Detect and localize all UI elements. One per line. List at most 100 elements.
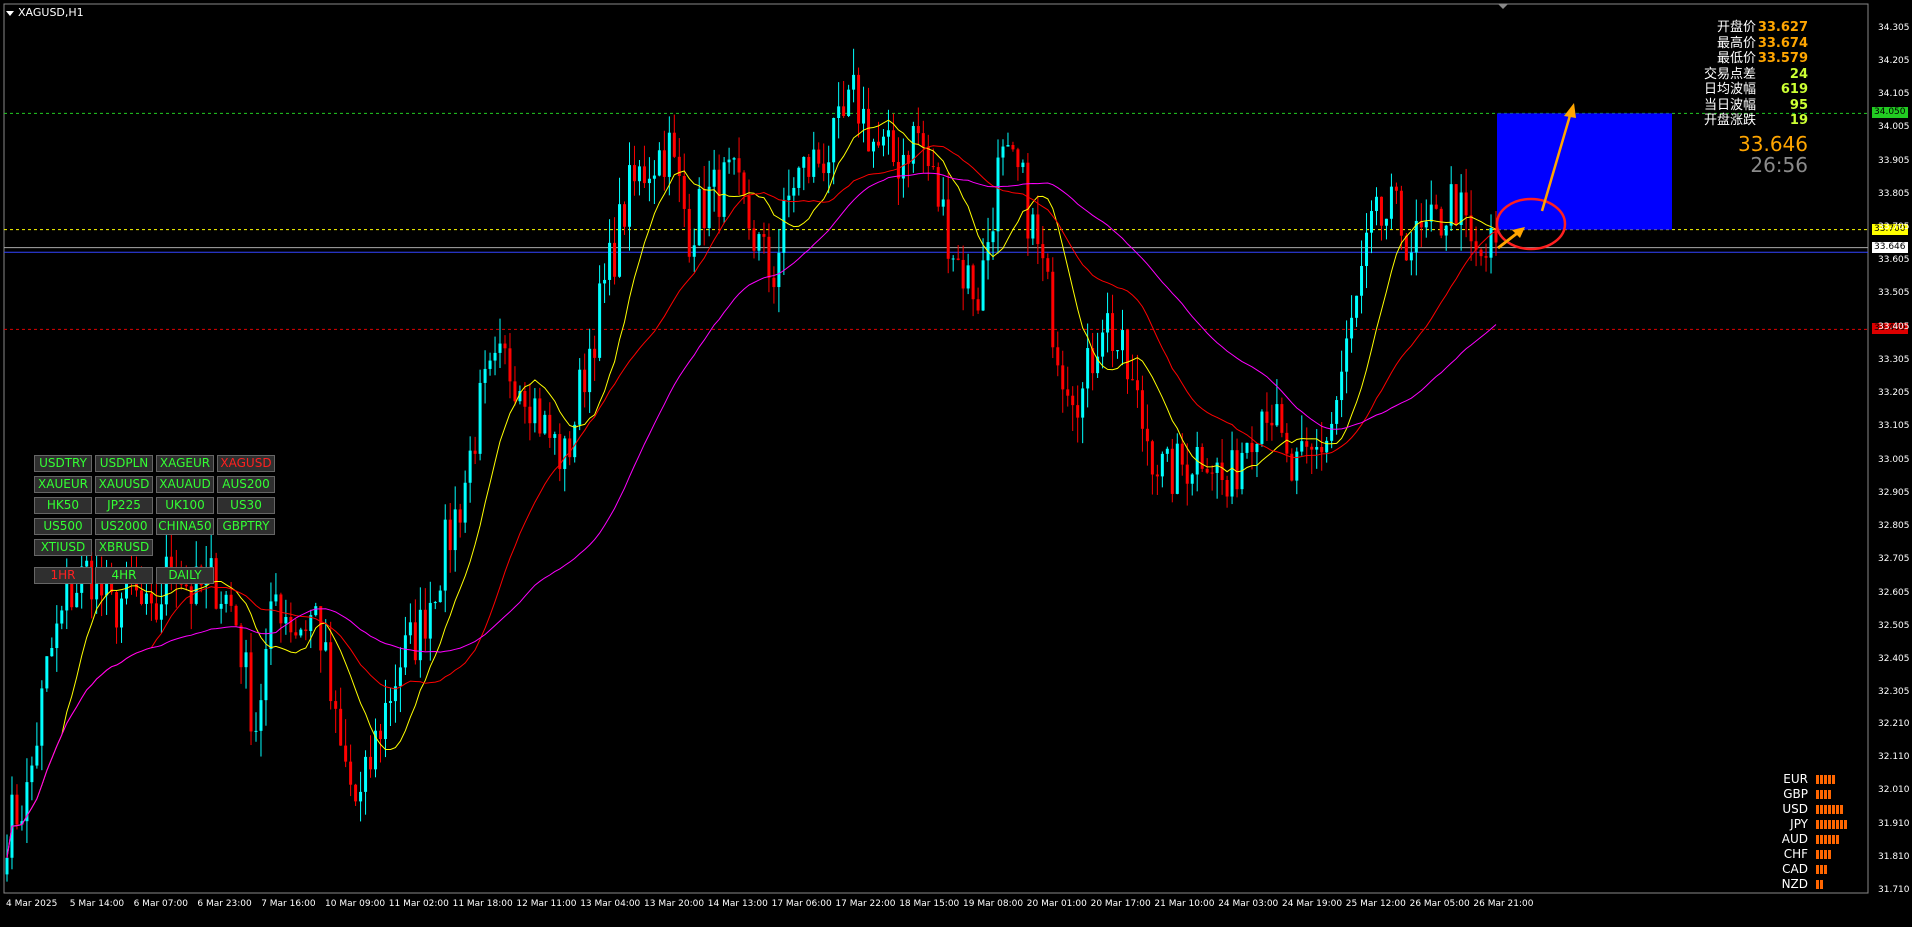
candle-body xyxy=(632,165,636,182)
time-axis-label: 26 Mar 05:00 xyxy=(1409,899,1470,909)
currency-name: NZD xyxy=(1781,877,1808,891)
candle-body xyxy=(274,594,278,602)
candle-body xyxy=(85,560,89,567)
symbol-button-china50[interactable]: CHINA50 xyxy=(156,518,214,535)
info-value: 33.627 xyxy=(1757,20,1808,35)
chart-area[interactable] xyxy=(0,0,1912,927)
candle-body xyxy=(159,604,163,620)
symbol-button-gbptry[interactable]: GBPTRY xyxy=(217,518,275,535)
candle-body xyxy=(149,593,153,604)
candle-body xyxy=(383,702,387,740)
candle-body xyxy=(1165,448,1169,454)
candle-body xyxy=(1379,196,1383,226)
candle-body xyxy=(921,133,925,147)
candle-body xyxy=(488,360,492,369)
candle-body xyxy=(1021,162,1025,168)
currency-name: EUR xyxy=(1783,772,1808,786)
symbol-button-xtiusd[interactable]: XTIUSD xyxy=(34,539,92,556)
symbol-button-uk100[interactable]: UK100 xyxy=(156,497,214,514)
candle-body xyxy=(593,348,597,358)
candle-body xyxy=(1235,450,1239,490)
candle-body xyxy=(1116,350,1120,352)
price-axis-label: 33.805 xyxy=(1878,188,1910,199)
candle-body xyxy=(901,154,905,179)
candle-body xyxy=(388,701,392,703)
candle-body xyxy=(528,406,532,424)
candle-body xyxy=(1175,443,1179,494)
strength-bar xyxy=(1828,835,1831,844)
candle-body xyxy=(1325,440,1329,453)
candle-body xyxy=(802,156,806,168)
strength-bar xyxy=(1824,865,1827,874)
info-value: 95 xyxy=(1789,97,1808,113)
candle-body xyxy=(1389,186,1393,219)
symbol-button-aus200[interactable]: AUS200 xyxy=(217,476,275,493)
strength-bar xyxy=(1828,805,1831,814)
symbol-button-xaueur[interactable]: XAUEUR xyxy=(34,476,92,493)
candle-body xyxy=(1469,215,1473,242)
currency-row: CHF xyxy=(1775,847,1847,862)
candle-body xyxy=(75,592,79,608)
time-axis-label: 4 Mar 2025 xyxy=(6,899,58,909)
chart-shift-marker xyxy=(1498,4,1508,9)
candle-body xyxy=(697,188,701,246)
candle-body xyxy=(229,594,233,606)
strength-bar xyxy=(1824,790,1827,799)
timeframe-button-daily[interactable]: DAILY xyxy=(156,567,214,584)
chart-title-text: XAGUSD,H1 xyxy=(18,6,84,19)
candle-body xyxy=(1310,446,1314,450)
time-axis-label: 24 Mar 19:00 xyxy=(1282,899,1343,909)
symbol-button-us500[interactable]: US500 xyxy=(34,518,92,535)
candle-body xyxy=(1230,450,1234,497)
candle-body xyxy=(433,602,437,604)
info-label: 日均波幅 xyxy=(1703,82,1756,97)
info-row: 开盘涨跌 19 xyxy=(1704,113,1808,129)
candle-body xyxy=(269,601,273,649)
symbol-button-xagusd[interactable]: XAGUSD xyxy=(217,455,275,472)
chart-menu-icon[interactable] xyxy=(6,10,14,16)
info-panel: 开盘价 33.627 最高价 33.674 最低价 33.579 交易点差 24 日均波幅 619… xyxy=(1704,20,1808,129)
candle-body xyxy=(1260,411,1264,444)
candle-body xyxy=(398,667,402,687)
price-axis-label: 33.005 xyxy=(1878,454,1910,465)
time-axis-label: 11 Mar 02:00 xyxy=(388,899,449,909)
candle-body xyxy=(503,343,507,349)
currency-name: CHF xyxy=(1783,847,1808,861)
symbol-button-xbrusd[interactable]: XBRUSD xyxy=(95,539,153,556)
candle-body xyxy=(727,159,731,163)
candle-body xyxy=(583,369,587,393)
candle-body xyxy=(1066,389,1070,396)
strength-bar xyxy=(1832,805,1835,814)
candle-body xyxy=(304,629,308,632)
price-chart[interactable] xyxy=(0,0,1912,927)
info-label: 当日波幅 xyxy=(1703,97,1756,113)
currency-row: NZD xyxy=(1775,877,1847,892)
symbol-button-xageur[interactable]: XAGEUR xyxy=(156,455,214,472)
strength-bar xyxy=(1824,850,1827,859)
symbol-button-us2000[interactable]: US2000 xyxy=(95,518,153,535)
candle-body xyxy=(249,652,253,732)
symbol-button-xauaud[interactable]: XAUAUD xyxy=(156,476,214,493)
symbol-button-usdtry[interactable]: USDTRY xyxy=(34,455,92,472)
symbol-button-usdpln[interactable]: USDPLN xyxy=(95,455,153,472)
symbol-button-xauusd[interactable]: XAUUSD xyxy=(95,476,153,493)
candle-body xyxy=(1330,423,1334,441)
price-axis-label: 32.905 xyxy=(1878,487,1910,498)
info-value: 619 xyxy=(1780,82,1808,97)
timeframe-button-4hr[interactable]: 4HR xyxy=(95,567,153,584)
time-axis-label: 19 Mar 08:00 xyxy=(963,899,1024,909)
symbol-button-us30[interactable]: US30 xyxy=(217,497,275,514)
candle-body xyxy=(289,616,293,633)
price-axis-label: 33.205 xyxy=(1878,388,1910,399)
long-arrow-head xyxy=(1564,103,1576,118)
candle-body xyxy=(1245,442,1249,453)
strength-bars xyxy=(1816,802,1843,817)
timeframe-button-1hr[interactable]: 1HR xyxy=(34,567,92,584)
candle-body xyxy=(1340,371,1344,401)
time-axis-label: 26 Mar 21:00 xyxy=(1473,899,1534,909)
symbol-button-hk50[interactable]: HK50 xyxy=(34,497,92,514)
symbol-button-jp225[interactable]: JP225 xyxy=(95,497,153,514)
candle-body xyxy=(264,648,268,701)
candle-body xyxy=(548,414,552,438)
candle-body xyxy=(657,150,661,176)
